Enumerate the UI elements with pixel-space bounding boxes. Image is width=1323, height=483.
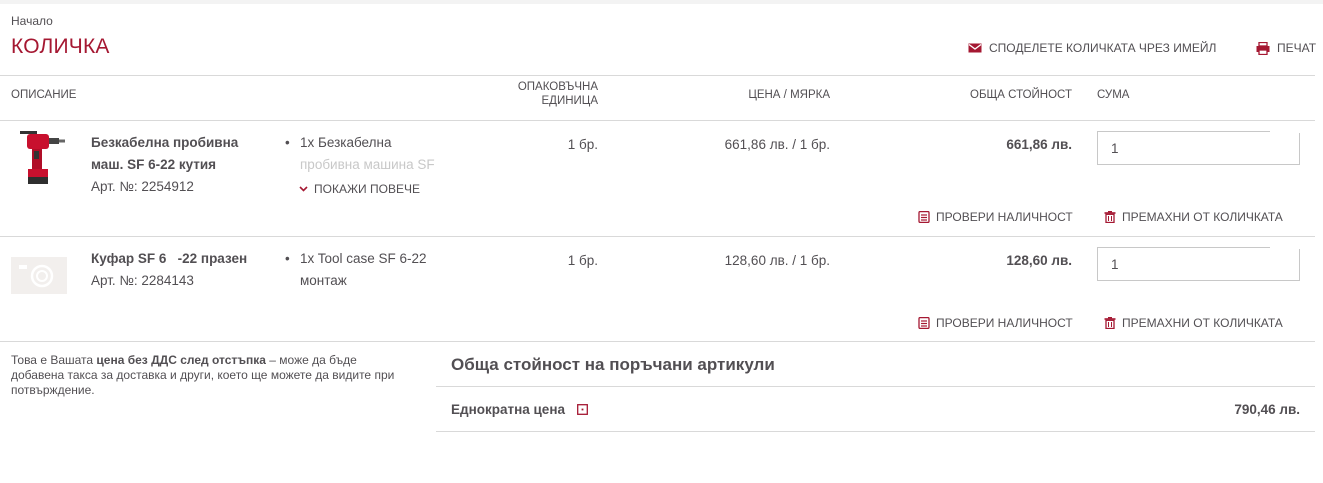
description-line2: монтаж [300,273,347,288]
table-header-divider [0,120,1315,121]
one-time-price-label: Еднократна цена [451,402,588,417]
product-name[interactable]: Куфар SF 6 -22 празен [91,248,281,270]
envelope-icon [968,43,982,53]
quantity-input[interactable] [1097,247,1300,281]
summary-divider [436,386,1315,387]
col-pack-unit: ОПАКОВЪЧНА ЕДИНИЦА [480,80,598,108]
header-divider [0,75,1315,76]
bullet-dot: • [285,135,290,150]
price-note-bold: цена без ДДС след отстъпка [96,353,266,367]
summary-bottom-divider [436,431,1315,432]
trash-icon [1104,211,1116,223]
one-time-price-value: 790,46 лв. [1234,402,1300,417]
share-cart-email-label: СПОДЕЛЕТЕ КОЛИЧКАТА ЧРЕЗ ИМЕЙЛ [989,41,1217,55]
price-per-unit-value: 128,60 лв. / 1 бр. [724,253,830,268]
check-availability-label: ПРОВЕРИ НАЛИЧНОСТ [936,316,1073,330]
product-name-line1[interactable]: Безкабелна пробивна [91,132,281,154]
page-title: КОЛИЧКА [11,35,110,58]
description-line2: пробивна машина SF [300,157,435,172]
check-availability-button[interactable]: ПРОВЕРИ НАЛИЧНОСТ [918,210,1073,224]
price-per-unit-value: 661,86 лв. / 1 бр. [724,137,830,152]
pack-unit-value: 1 бр. [567,253,598,268]
price-note-prefix: Това е Вашата [11,353,97,367]
cordless-drill-image [20,131,65,184]
trash-icon [1104,317,1116,329]
row-divider [0,236,1315,237]
table-end-divider [0,341,1315,342]
col-total-value: ОБЩА СТОЙНОСТ [970,89,1072,101]
stock-icon [918,317,930,329]
table-row-2-product: Куфар SF 6 -22 празен Арт. №: 2284143 [91,248,281,292]
table-row-2-description: • 1x Tool case SF 6-22 монтаж [284,248,474,292]
total-value: 128,60 лв. [1006,253,1072,268]
summary-title: Обща стойност на поръчани артикули [451,355,775,374]
table-row-1-product: Безкабелна пробивна маш. SF 6-22 кутия А… [91,132,281,198]
product-name-line2[interactable]: маш. SF 6-22 кутия [91,154,281,176]
pack-unit-value: 1 бр. [567,137,598,152]
print-button[interactable]: ПЕЧАТ [1256,41,1316,55]
product-image-placeholder[interactable] [11,257,67,294]
remove-from-cart-button[interactable]: ПРЕМАХНИ ОТ КОЛИЧКАТА [1104,210,1283,224]
quantity-input-notch [1270,130,1300,133]
print-label: ПЕЧАТ [1277,41,1317,55]
product-article-number: Арт. №: 2284143 [91,273,194,288]
chevron-down-icon [299,186,308,192]
description-line1: 1x Tool case SF 6-22 [300,251,427,266]
stock-icon [918,211,930,223]
top-strip [0,0,1323,4]
total-value: 661,86 лв. [1006,137,1072,152]
show-more-label: ПОКАЖИ ПОВЕЧЕ [314,182,420,196]
description-bullet: • 1x Безкабелна [284,132,474,154]
table-row-1-description: • 1x Безкабелна пробивна машина SF [284,132,474,176]
printer-icon [1256,41,1270,55]
quantity-input-notch [1270,246,1300,249]
show-more-button[interactable]: ПОКАЖИ ПОВЕЧЕ [299,182,420,196]
product-image-drill[interactable] [11,128,71,190]
col-pack-unit-line2: ЕДИНИЦА [541,95,598,107]
col-price-per-unit: ЦЕНА / МЯРКА [748,89,830,101]
remove-from-cart-label: ПРЕМАХНИ ОТ КОЛИЧКАТА [1122,210,1283,224]
product-article-number: Арт. №: 2254912 [91,179,194,194]
bullet-dot: • [285,251,290,266]
check-availability-button[interactable]: ПРОВЕРИ НАЛИЧНОСТ [918,316,1073,330]
check-availability-label: ПРОВЕРИ НАЛИЧНОСТ [936,210,1073,224]
description-bullet: • 1x Tool case SF 6-22 [284,248,474,270]
col-description: ОПИСАНИЕ [11,89,77,101]
share-cart-email-button[interactable]: СПОДЕЛЕТЕ КОЛИЧКАТА ЧРЕЗ ИМЕЙЛ [968,41,1216,55]
one-time-price-text: Еднократна цена [451,402,565,417]
breadcrumb-home[interactable]: Начало [11,14,53,28]
camera-placeholder-icon [11,257,67,294]
col-quantity: СУМА [1097,89,1130,101]
quantity-input[interactable] [1097,131,1300,165]
col-pack-unit-line1: ОПАКОВЪЧНА [517,81,598,93]
description-line1: 1x Безкабелна [300,135,392,150]
remove-from-cart-label: ПРЕМАХНИ ОТ КОЛИЧКАТА [1122,316,1283,330]
info-icon[interactable] [577,404,588,415]
remove-from-cart-button[interactable]: ПРЕМАХНИ ОТ КОЛИЧКАТА [1104,316,1283,330]
price-note: Това е Вашата цена без ДДС след отстъпка… [11,353,411,398]
